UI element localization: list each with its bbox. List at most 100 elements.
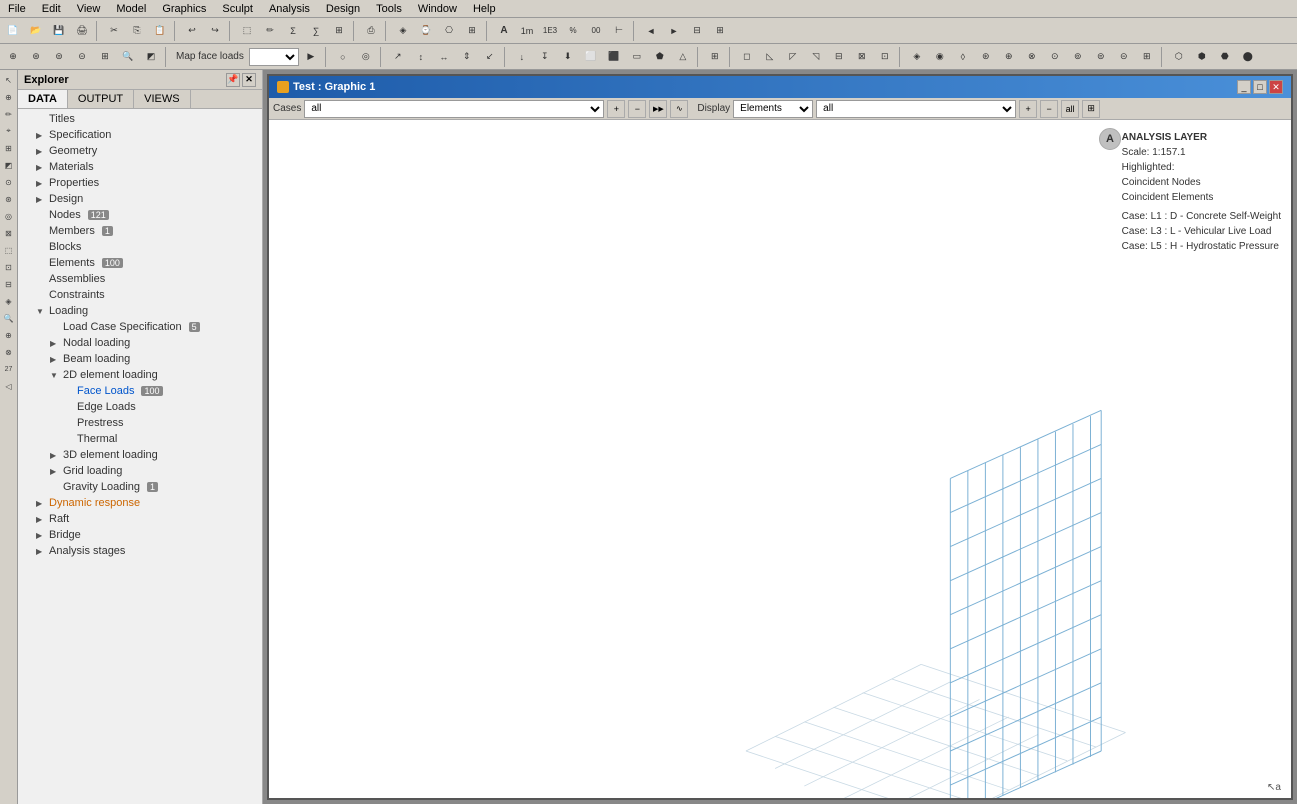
tb-print[interactable]: 🖨 (71, 20, 93, 42)
tree-gravity-loading[interactable]: Gravity Loading 1 (18, 479, 262, 495)
explorer-pin[interactable]: 📌 (226, 73, 240, 87)
tool-cursor[interactable]: ↖ (1, 72, 17, 88)
tb-calc[interactable]: ⊞ (328, 20, 350, 42)
menu-view[interactable]: View (69, 3, 109, 15)
display-dropdown[interactable]: Elements (733, 100, 813, 118)
tool-4[interactable]: ⊞ (1, 140, 17, 156)
map-face-dropdown[interactable] (249, 48, 299, 66)
tree-load-case-spec[interactable]: Load Case Specification 5 (18, 319, 262, 335)
menu-design[interactable]: Design (318, 3, 368, 15)
menu-sculpt[interactable]: Sculpt (214, 3, 261, 15)
tree-prestress[interactable]: Prestress (18, 415, 262, 431)
tb-num3[interactable]: 00 (585, 20, 607, 42)
tb-tools4[interactable]: ⊞ (461, 20, 483, 42)
tb2-v4[interactable]: ◹ (805, 46, 827, 68)
tb2-5[interactable]: ⊞ (94, 46, 116, 68)
tb2-x1[interactable]: ⬡ (1168, 46, 1190, 68)
menu-model[interactable]: Model (108, 3, 154, 15)
tool-3[interactable]: ⌖ (1, 123, 17, 139)
tree-specification[interactable]: ▶ Specification (18, 127, 262, 143)
viewport[interactable]: x z y ANALYSIS LAYER Scale: 1:157.1 High… (269, 120, 1291, 798)
tb2-v3[interactable]: ◸ (782, 46, 804, 68)
tree-nodes[interactable]: Nodes 121 (18, 207, 262, 223)
tb2-down2[interactable]: ↧ (534, 46, 556, 68)
display-all-btn[interactable]: all (1061, 100, 1079, 118)
tree-constraints[interactable]: Constraints (18, 287, 262, 303)
tb2-arrow5[interactable]: ↙ (479, 46, 501, 68)
tb2-shape3[interactable]: ▭ (626, 46, 648, 68)
tree-raft[interactable]: ▶ Raft (18, 511, 262, 527)
tool-17[interactable]: 27 (1, 361, 17, 377)
tree-analysis-stages[interactable]: ▶ Analysis stages (18, 543, 262, 559)
tb2-w5[interactable]: ⊕ (998, 46, 1020, 68)
tb-save[interactable]: 💾 (48, 20, 70, 42)
tb2-arrow2[interactable]: ↕ (410, 46, 432, 68)
tb2-w6[interactable]: ⊗ (1021, 46, 1043, 68)
tb2-w8[interactable]: ⊚ (1067, 46, 1089, 68)
cases-animate[interactable]: ▶▶ (649, 100, 667, 118)
tool-7[interactable]: ⊛ (1, 191, 17, 207)
tree-materials[interactable]: ▶ Materials (18, 159, 262, 175)
tb-measure[interactable]: 1m (516, 20, 538, 42)
display-plus[interactable]: + (1019, 100, 1037, 118)
tb2-2[interactable]: ⊛ (25, 46, 47, 68)
tree-design[interactable]: ▶ Design (18, 191, 262, 207)
tb-copy[interactable]: ⎘ (126, 20, 148, 42)
tb-print2[interactable]: ⎙ (360, 20, 382, 42)
display-all-dropdown[interactable]: all (816, 100, 1016, 118)
tb2-circle2[interactable]: ◎ (355, 46, 377, 68)
tree-nodal-loading[interactable]: ▶ Nodal loading (18, 335, 262, 351)
tab-data[interactable]: DATA (18, 90, 68, 108)
tb2-v5[interactable]: ⊟ (828, 46, 850, 68)
tb2-arrow1[interactable]: ↗ (387, 46, 409, 68)
tool-5[interactable]: ◩ (1, 157, 17, 173)
tree-edge-loads[interactable]: Edge Loads (18, 399, 262, 415)
menu-file[interactable]: File (0, 3, 34, 15)
tb2-view1[interactable]: ⊞ (704, 46, 726, 68)
menu-help[interactable]: Help (465, 3, 504, 15)
tool-11[interactable]: ⊡ (1, 259, 17, 275)
tb2-shape4[interactable]: ⬟ (649, 46, 671, 68)
tree-properties[interactable]: ▶ Properties (18, 175, 262, 191)
cases-dropdown[interactable]: all (304, 100, 604, 118)
tb2-v2[interactable]: ◺ (759, 46, 781, 68)
tree-3d-element-loading[interactable]: ▶ 3D element loading (18, 447, 262, 463)
tb2-3[interactable]: ⊜ (48, 46, 70, 68)
tb2-6[interactable]: 🔍 (117, 46, 139, 68)
tb2-1[interactable]: ⊕ (2, 46, 24, 68)
tb-arr1[interactable]: ◄ (640, 20, 662, 42)
tree-assemblies[interactable]: Assemblies (18, 271, 262, 287)
tool-16[interactable]: ⊗ (1, 344, 17, 360)
tree-grid-loading[interactable]: ▶ Grid loading (18, 463, 262, 479)
tb2-down1[interactable]: ↓ (511, 46, 533, 68)
tb-new[interactable]: 📄 (2, 20, 24, 42)
tb-cut[interactable]: ✂ (103, 20, 125, 42)
tb2-map-btn[interactable]: ▶ (300, 46, 322, 68)
tree-thermal[interactable]: Thermal (18, 431, 262, 447)
tb2-v1[interactable]: ◻ (736, 46, 758, 68)
tb-arr2[interactable]: ► (663, 20, 685, 42)
tool-8[interactable]: ◎ (1, 208, 17, 224)
tree-beam-loading[interactable]: ▶ Beam loading (18, 351, 262, 367)
tool-10[interactable]: ⬚ (1, 242, 17, 258)
tree-elements[interactable]: Elements 100 (18, 255, 262, 271)
explorer-close[interactable]: ✕ (242, 73, 256, 87)
tab-views[interactable]: VIEWS (134, 90, 190, 108)
tb-sum[interactable]: ∑ (305, 20, 327, 42)
tool-9[interactable]: ⊠ (1, 225, 17, 241)
tb2-v7[interactable]: ⊡ (874, 46, 896, 68)
menu-edit[interactable]: Edit (34, 3, 69, 15)
tb-paint[interactable]: ✏ (259, 20, 281, 42)
tool-15[interactable]: ⊕ (1, 327, 17, 343)
tb-tools3[interactable]: ⎔ (438, 20, 460, 42)
tb-select[interactable]: ⬚ (236, 20, 258, 42)
tb2-shape1[interactable]: ⬜ (580, 46, 602, 68)
tree-members[interactable]: Members 1 (18, 223, 262, 239)
tool-12[interactable]: ⊟ (1, 276, 17, 292)
tb2-w4[interactable]: ⊛ (975, 46, 997, 68)
tree-geometry[interactable]: ▶ Geometry (18, 143, 262, 159)
tb2-x4[interactable]: ⬤ (1237, 46, 1259, 68)
tb2-x3[interactable]: ⬣ (1214, 46, 1236, 68)
tb2-w9[interactable]: ⊜ (1090, 46, 1112, 68)
tb2-x2[interactable]: ⬢ (1191, 46, 1213, 68)
